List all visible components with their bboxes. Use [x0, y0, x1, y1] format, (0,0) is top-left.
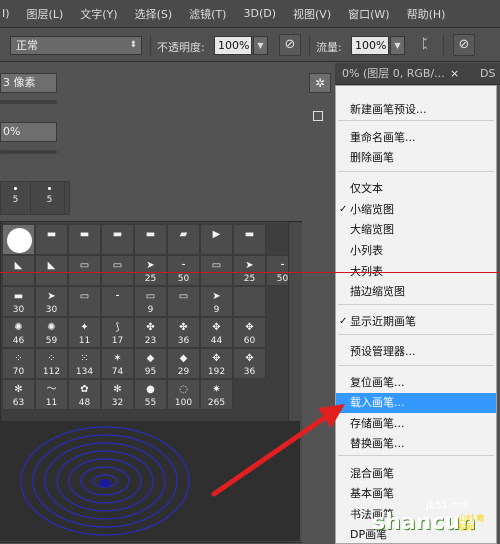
annotation-arrow: [211, 404, 345, 497]
watermark-cn: 山村 教程网: [458, 514, 485, 532]
